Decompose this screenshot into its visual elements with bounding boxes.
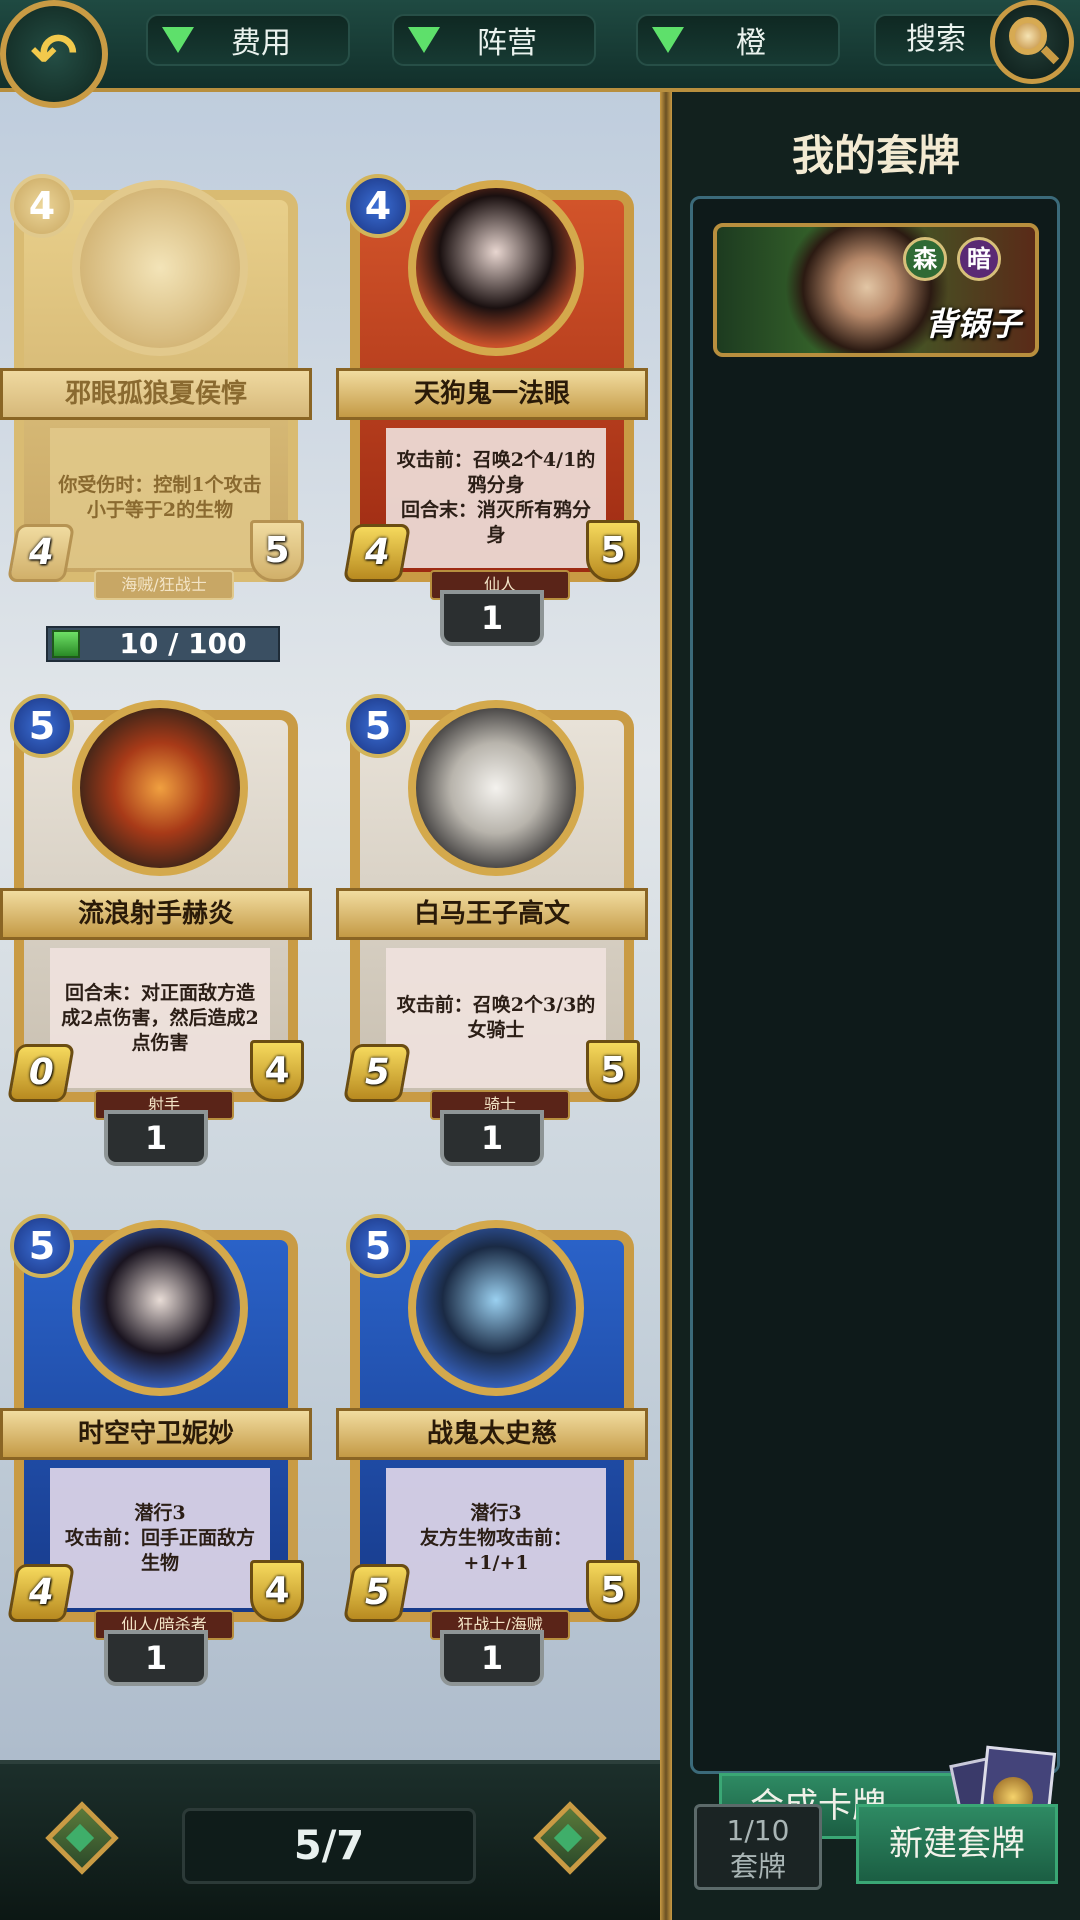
prev-page-button[interactable] xyxy=(38,1790,122,1890)
deck-list: 森 暗 背锅子 合成卡牌 xyxy=(690,196,1060,1866)
dropdown-triangle-icon xyxy=(652,27,684,53)
card-text: 潜行3 攻击前：回手正面敌方生物 xyxy=(50,1468,270,1608)
card-slot[interactable]: 5 时空守卫妮妙 潜行3 攻击前：回手正面敌方生物 4 4 仙人/暗杀者 1 xyxy=(0,1210,312,1686)
card-portrait xyxy=(72,1220,248,1396)
card-race: 海贼/狂战士 xyxy=(94,570,234,600)
card-quantity: 1 xyxy=(440,590,544,646)
deck-count-value: 1/10 xyxy=(726,1814,790,1847)
dropdown-triangle-icon xyxy=(162,27,194,53)
card-portrait xyxy=(408,1220,584,1396)
card-name: 白马王子高文 xyxy=(336,888,648,940)
card-attack: 0 xyxy=(6,1044,76,1102)
deck-count-label: 套牌 xyxy=(729,1850,786,1883)
card-name: 战鬼太史慈 xyxy=(336,1408,648,1460)
card-quantity: 1 xyxy=(440,1110,544,1166)
deck-panel-title: 我的套牌 xyxy=(791,131,960,180)
dropdown-triangle-icon xyxy=(408,27,440,53)
card-cost: 4 xyxy=(10,174,74,238)
filter-faction-dropdown[interactable]: 阵营 xyxy=(392,14,596,66)
card-health: 5 xyxy=(250,520,304,582)
card-portrait xyxy=(72,700,248,876)
card-slot[interactable]: 5 白马王子高文 攻击前：召唤2个3/3的女骑士 5 5 骑士 1 xyxy=(336,690,648,1166)
card-portrait xyxy=(408,700,584,876)
new-deck-button[interactable]: 新建套牌 xyxy=(856,1804,1058,1884)
card-collection-area: 4 邪眼孤狼夏侯惇 你受伤时：控制1个攻击小于等于2的生物 4 5 海贼/狂战士… xyxy=(0,92,666,1760)
card-slot[interactable]: 4 天狗鬼一法眼 攻击前：召唤2个4/1的鸦分身 回合末：消灭所有鸦分身 4 5… xyxy=(336,170,648,646)
card-slot[interactable]: 5 流浪射手赫炎 回合末：对正面敌方造成2点伤害，然后造成2点伤害 0 4 射手… xyxy=(0,690,312,1166)
filter-cost-label: 费用 xyxy=(231,26,291,61)
card-name: 邪眼孤狼夏侯惇 xyxy=(0,368,312,420)
filter-cost-dropdown[interactable]: 费用 xyxy=(146,14,350,66)
magnifier-handle xyxy=(1040,45,1060,65)
card-attack: 5 xyxy=(342,1044,412,1102)
card-attack: 4 xyxy=(6,1564,76,1622)
filter-rarity-label: 橙 xyxy=(736,26,766,61)
fragment-icon xyxy=(52,630,80,658)
page-indicator: 5/7 xyxy=(182,1808,476,1884)
card-health: 5 xyxy=(586,520,640,582)
card-name: 流浪射手赫炎 xyxy=(0,888,312,940)
faction-badge-forest: 森 xyxy=(903,237,947,281)
card-text: 你受伤时：控制1个攻击小于等于2的生物 xyxy=(50,428,270,568)
card-text: 攻击前：召唤2个3/3的女骑士 xyxy=(386,948,606,1088)
card-cost: 5 xyxy=(346,1214,410,1278)
magnifier-icon[interactable] xyxy=(990,0,1074,84)
card-health: 5 xyxy=(586,1560,640,1622)
deck-name: 背锅子 xyxy=(924,305,1021,343)
card-quantity: 1 xyxy=(440,1630,544,1686)
deck-item[interactable]: 森 暗 背锅子 xyxy=(713,223,1039,357)
card-name: 天狗鬼一法眼 xyxy=(336,368,648,420)
card-text: 攻击前：召唤2个4/1的鸦分身 回合末：消灭所有鸦分身 xyxy=(386,428,606,568)
fragment-progress: 10 / 100 xyxy=(46,626,280,662)
next-page-button[interactable] xyxy=(526,1790,610,1890)
back-button[interactable]: ↶ xyxy=(0,0,108,108)
card-health: 5 xyxy=(586,1040,640,1102)
card-attack: 5 xyxy=(342,1564,412,1622)
card-cost: 5 xyxy=(10,1214,74,1278)
card-quantity: 1 xyxy=(104,1110,208,1166)
card-text: 回合末：对正面敌方造成2点伤害，然后造成2点伤害 xyxy=(50,948,270,1088)
panel-divider xyxy=(660,92,672,1920)
filter-rarity-dropdown[interactable]: 橙 xyxy=(636,14,840,66)
card-portrait xyxy=(72,180,248,356)
card-text: 潜行3 友方生物攻击前：+1/+1 xyxy=(386,1468,606,1608)
card-health: 4 xyxy=(250,1040,304,1102)
filter-faction-label: 阵营 xyxy=(477,26,537,61)
card-health: 4 xyxy=(250,1560,304,1622)
card-quantity: 1 xyxy=(104,1630,208,1686)
card-cost: 5 xyxy=(10,694,74,758)
card-cost: 5 xyxy=(346,694,410,758)
deck-sidebar: 我的套牌 森 暗 背锅子 合成卡牌 1/10 套牌 新建套牌 xyxy=(672,92,1080,1920)
card-slot[interactable]: 5 战鬼太史慈 潜行3 友方生物攻击前：+1/+1 5 5 狂战士/海贼 1 xyxy=(336,1210,648,1686)
back-arrow-icon: ↶ xyxy=(30,21,78,87)
faction-badge-dark: 暗 xyxy=(957,237,1001,281)
card-slot[interactable]: 4 邪眼孤狼夏侯惇 你受伤时：控制1个攻击小于等于2的生物 4 5 海贼/狂战士 xyxy=(0,170,312,610)
deck-count: 1/10 套牌 xyxy=(694,1804,822,1890)
fragment-progress-label: 10 / 100 xyxy=(119,627,247,660)
card-cost: 4 xyxy=(346,174,410,238)
card-name: 时空守卫妮妙 xyxy=(0,1408,312,1460)
card-portrait xyxy=(408,180,584,356)
card-attack: 4 xyxy=(342,524,412,582)
card-attack: 4 xyxy=(6,524,76,582)
